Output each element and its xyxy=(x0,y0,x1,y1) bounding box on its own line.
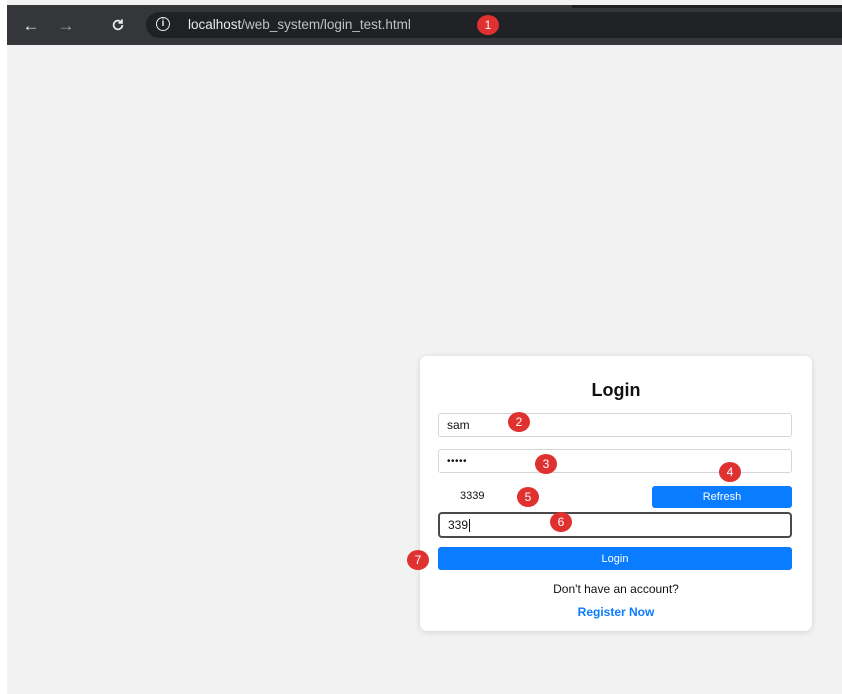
annotation-badge-7: 7 xyxy=(407,550,429,570)
captcha-code: 3339 xyxy=(438,484,646,508)
url-path: /web_system/login_test.html xyxy=(241,17,411,32)
annotation-badge-4: 4 xyxy=(719,462,741,482)
annotation-badge-6: 6 xyxy=(550,512,572,532)
login-button[interactable]: Login xyxy=(438,547,792,570)
browser-toolbar: ← → i localhost/web_system/login_test.ht… xyxy=(7,5,842,45)
info-icon[interactable]: i xyxy=(156,17,170,31)
password-value: ••••• xyxy=(447,455,468,467)
reload-icon xyxy=(112,19,124,31)
back-button[interactable]: ← xyxy=(17,11,45,39)
browser-window: ← → i localhost/web_system/login_test.ht… xyxy=(7,0,842,694)
reload-button[interactable] xyxy=(104,11,132,39)
text-caret xyxy=(469,518,471,532)
forward-button[interactable]: → xyxy=(52,11,80,39)
annotation-badge-5: 5 xyxy=(517,487,539,507)
refresh-button[interactable]: Refresh xyxy=(652,486,792,508)
no-account-text: Don't have an account? xyxy=(553,582,679,596)
annotation-badge-1: 1 xyxy=(477,15,499,35)
arrow-left-icon: ← xyxy=(22,15,40,35)
url-text[interactable]: localhost/web_system/login_test.html xyxy=(188,17,411,32)
url-host: localhost xyxy=(188,17,242,32)
arrow-right-icon: → xyxy=(57,15,75,35)
annotation-badge-2: 2 xyxy=(508,412,530,432)
login-title: Login xyxy=(591,380,641,400)
register-now-link[interactable]: Register Now xyxy=(420,605,812,619)
address-bar[interactable]: i localhost/web_system/login_test.html 1 xyxy=(146,12,842,38)
captcha-code-text: 3339 xyxy=(460,490,485,502)
username-input[interactable]: sam xyxy=(438,413,792,437)
login-card: Login sam ••••• 3339 Refresh 339 Login D… xyxy=(407,356,812,631)
captcha-input-value: 339 xyxy=(448,518,469,532)
captcha-input[interactable]: 339 xyxy=(438,512,792,538)
username-value: sam xyxy=(447,418,470,432)
annotation-badge-3: 3 xyxy=(535,454,557,474)
